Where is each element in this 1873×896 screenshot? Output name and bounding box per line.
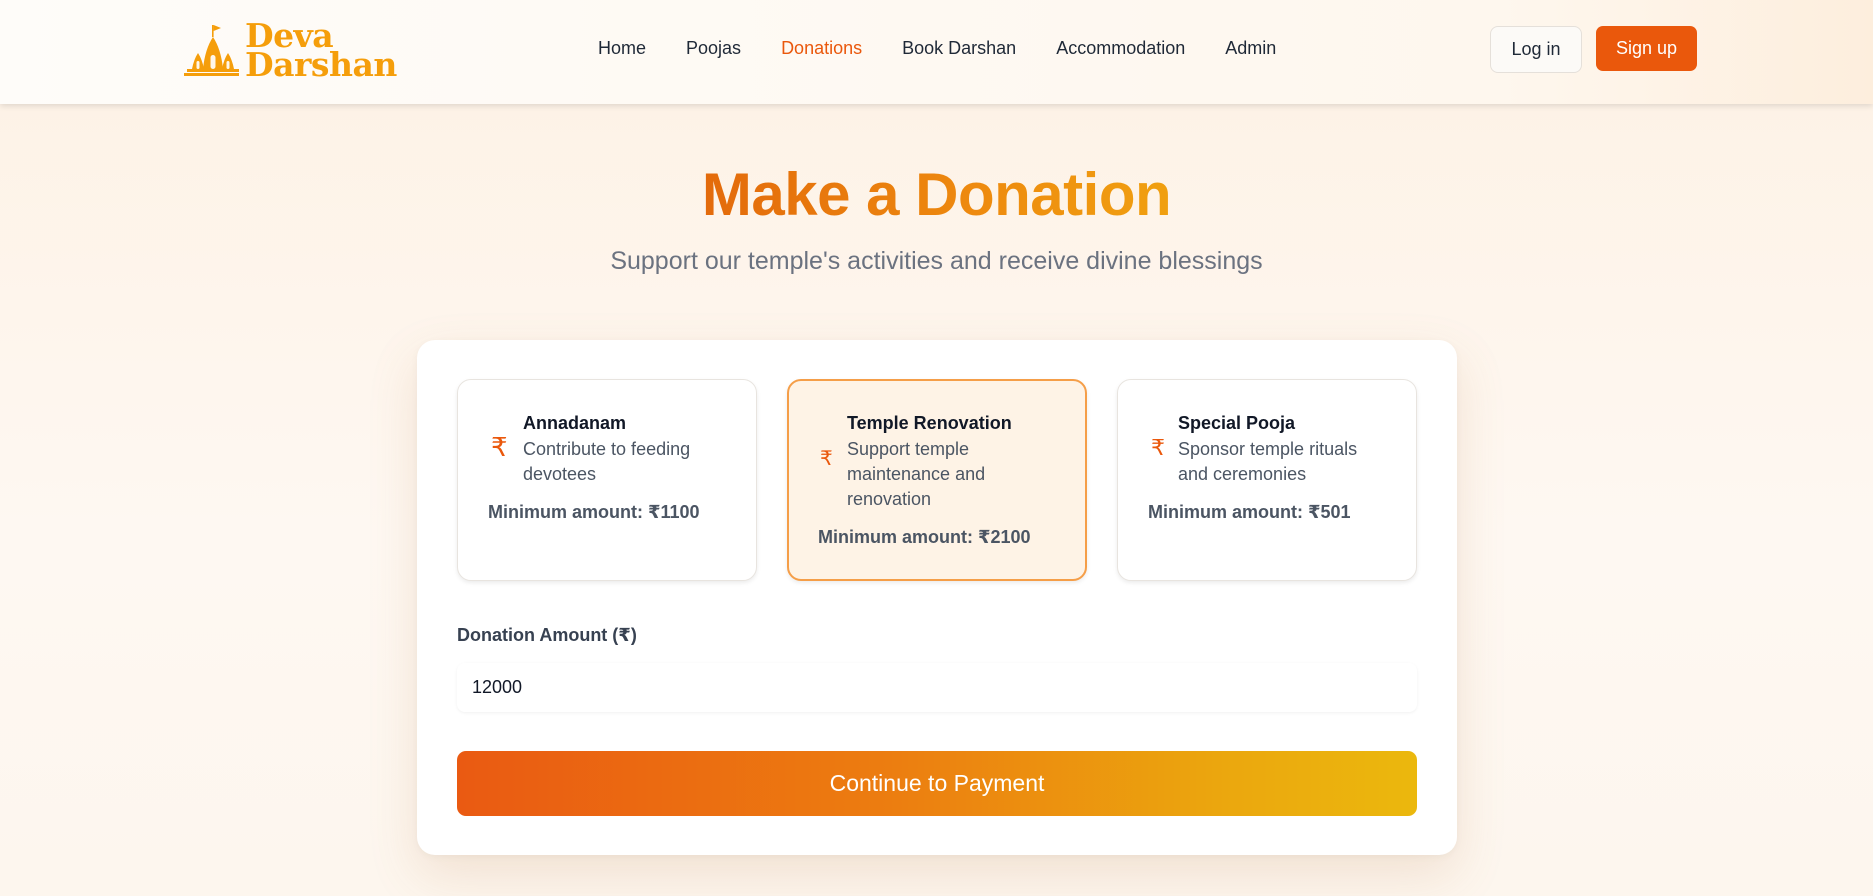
donation-option-special-pooja[interactable]: ₹ Special Pooja Sponsor temple rituals a… bbox=[1117, 379, 1417, 581]
login-button[interactable]: Log in bbox=[1490, 26, 1582, 73]
nav-book-darshan[interactable]: Book Darshan bbox=[902, 38, 1016, 59]
rupee-icon: ₹ bbox=[1151, 435, 1165, 460]
page-title-text: Make a Donation bbox=[701, 161, 1172, 228]
donation-amount-input[interactable] bbox=[457, 663, 1417, 712]
main-nav: Home Poojas Donations Book Darshan Accom… bbox=[598, 38, 1276, 59]
option-minimum: Minimum amount: ₹2100 bbox=[818, 527, 1031, 547]
nav-admin[interactable]: Admin bbox=[1225, 38, 1276, 59]
logo-line-2: Darshan bbox=[245, 45, 397, 84]
site-header: Deva Darshan Home Poojas Donations Book … bbox=[0, 0, 1873, 104]
option-minimum: Minimum amount: ₹501 bbox=[1148, 502, 1351, 522]
option-description: Contribute to feeding devotees bbox=[523, 439, 691, 484]
nav-poojas[interactable]: Poojas bbox=[686, 38, 741, 59]
page-subtitle: Support our temple's activities and rece… bbox=[610, 247, 1263, 275]
option-title: Temple Renovation bbox=[847, 413, 1012, 433]
rupee-icon: ₹ bbox=[820, 448, 833, 470]
signup-button[interactable]: Sign up bbox=[1596, 26, 1697, 71]
continue-to-payment-button[interactable]: Continue to Payment bbox=[457, 751, 1417, 816]
logo-text: Deva Darshan bbox=[245, 19, 397, 84]
nav-home[interactable]: Home bbox=[598, 38, 646, 59]
donation-option-temple-renovation[interactable]: ₹ Temple Renovation Support temple maint… bbox=[787, 379, 1087, 581]
option-title: Annadanam bbox=[523, 413, 627, 433]
option-title: Special Pooja bbox=[1178, 413, 1296, 433]
donation-option-annadanam[interactable]: ₹ Annadanam Contribute to feeding devote… bbox=[457, 379, 757, 581]
option-description: Sponsor temple rituals and ceremonies bbox=[1178, 439, 1358, 484]
nav-accommodation[interactable]: Accommodation bbox=[1056, 38, 1185, 59]
donation-amount-label: Donation Amount (₹) bbox=[457, 625, 637, 645]
temple-icon bbox=[184, 25, 239, 76]
page-title: Make a Donation bbox=[0, 160, 1873, 229]
donation-card: ₹ Annadanam Contribute to feeding devote… bbox=[417, 340, 1457, 855]
rupee-icon: ₹ bbox=[491, 432, 508, 462]
option-description: Support temple maintenance and renovatio… bbox=[847, 439, 986, 509]
nav-donations[interactable]: Donations bbox=[781, 38, 862, 59]
logo[interactable]: Deva Darshan bbox=[183, 18, 397, 82]
option-minimum: Minimum amount: ₹1100 bbox=[488, 502, 700, 522]
